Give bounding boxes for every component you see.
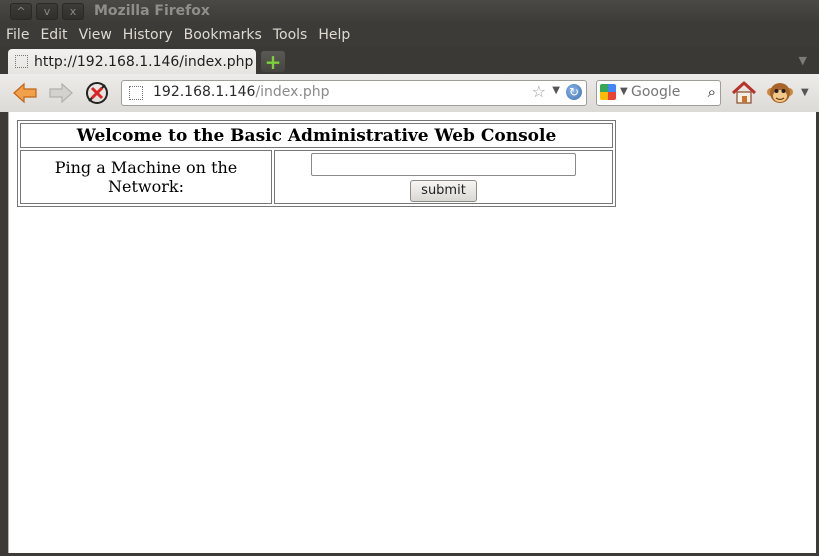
- page-heading: Welcome to the Basic Administrative Web …: [20, 123, 613, 148]
- tab-bar: http://192.168.1.146/index.php + ▼: [0, 46, 819, 74]
- minimize-button[interactable]: ^: [10, 3, 32, 20]
- default-favicon-icon: [15, 55, 28, 68]
- window-titlebar[interactable]: ^ v x Mozilla Firefox: [0, 0, 819, 24]
- url-host: 192.168.1.146: [153, 84, 256, 100]
- url-text[interactable]: 192.168.1.146/index.php: [153, 84, 330, 100]
- maximize-button[interactable]: v: [36, 3, 58, 20]
- home-button[interactable]: [730, 79, 758, 107]
- reload-button[interactable]: ↻: [566, 84, 582, 100]
- plus-icon: +: [264, 49, 282, 74]
- search-input[interactable]: [631, 83, 693, 101]
- ping-label: Ping a Machine on the Network:: [20, 150, 272, 204]
- window-title: Mozilla Firefox: [94, 3, 210, 19]
- bookmark-star-icon[interactable]: ☆: [532, 82, 546, 101]
- menu-bar: File Edit View History Bookmarks Tools H…: [0, 24, 819, 46]
- ping-form-cell: submit: [274, 150, 613, 204]
- page-content: Welcome to the Basic Administrative Web …: [8, 112, 817, 553]
- url-history-dropdown[interactable]: ▼: [552, 85, 560, 96]
- menu-history[interactable]: History: [117, 24, 178, 46]
- menu-file[interactable]: File: [0, 24, 34, 46]
- menu-tools[interactable]: Tools: [267, 24, 313, 46]
- back-button[interactable]: [12, 80, 38, 106]
- submit-button[interactable]: submit: [410, 179, 477, 202]
- forward-button[interactable]: [48, 80, 74, 106]
- back-arrow-icon: [13, 82, 37, 104]
- window-left-border: [0, 112, 8, 553]
- search-box[interactable]: ▼ ⌕: [596, 80, 721, 106]
- addon-button[interactable]: [766, 79, 794, 107]
- menu-bookmarks[interactable]: Bookmarks: [178, 24, 267, 46]
- close-window-button[interactable]: x: [62, 3, 84, 20]
- ping-input[interactable]: [311, 153, 576, 176]
- site-identity-icon[interactable]: [129, 86, 143, 100]
- home-icon: [731, 81, 757, 104]
- close-icon: x: [69, 5, 77, 18]
- monkey-icon: [767, 83, 793, 103]
- google-engine-icon[interactable]: [600, 84, 616, 100]
- navigation-toolbar: 192.168.1.146/index.php ☆ ▼ ↻ ▼ ⌕ ▼: [0, 74, 819, 113]
- noscript-button[interactable]: [84, 80, 110, 106]
- menu-view[interactable]: View: [73, 24, 117, 46]
- tab-title: http://192.168.1.146/index.php: [34, 53, 254, 70]
- console-table: Welcome to the Basic Administrative Web …: [17, 120, 616, 207]
- tab-active[interactable]: http://192.168.1.146/index.php: [8, 49, 256, 74]
- reload-icon: ↻: [568, 85, 580, 99]
- forward-arrow-icon: [49, 82, 73, 104]
- url-bar[interactable]: 192.168.1.146/index.php ☆ ▼ ↻: [121, 80, 587, 106]
- new-tab-button[interactable]: +: [261, 51, 285, 72]
- list-tabs-button[interactable]: ▼: [799, 54, 807, 67]
- search-icon[interactable]: ⌕: [708, 83, 716, 101]
- noscript-icon: [86, 82, 108, 104]
- menu-help[interactable]: Help: [312, 24, 355, 46]
- chevron-down-icon: v: [43, 5, 51, 18]
- chevron-up-icon: ^: [16, 5, 26, 18]
- url-path: /index.php: [255, 84, 330, 100]
- toolbar-overflow-button[interactable]: ▼: [801, 87, 809, 98]
- search-engine-dropdown[interactable]: ▼: [620, 86, 628, 97]
- menu-edit[interactable]: Edit: [34, 24, 72, 46]
